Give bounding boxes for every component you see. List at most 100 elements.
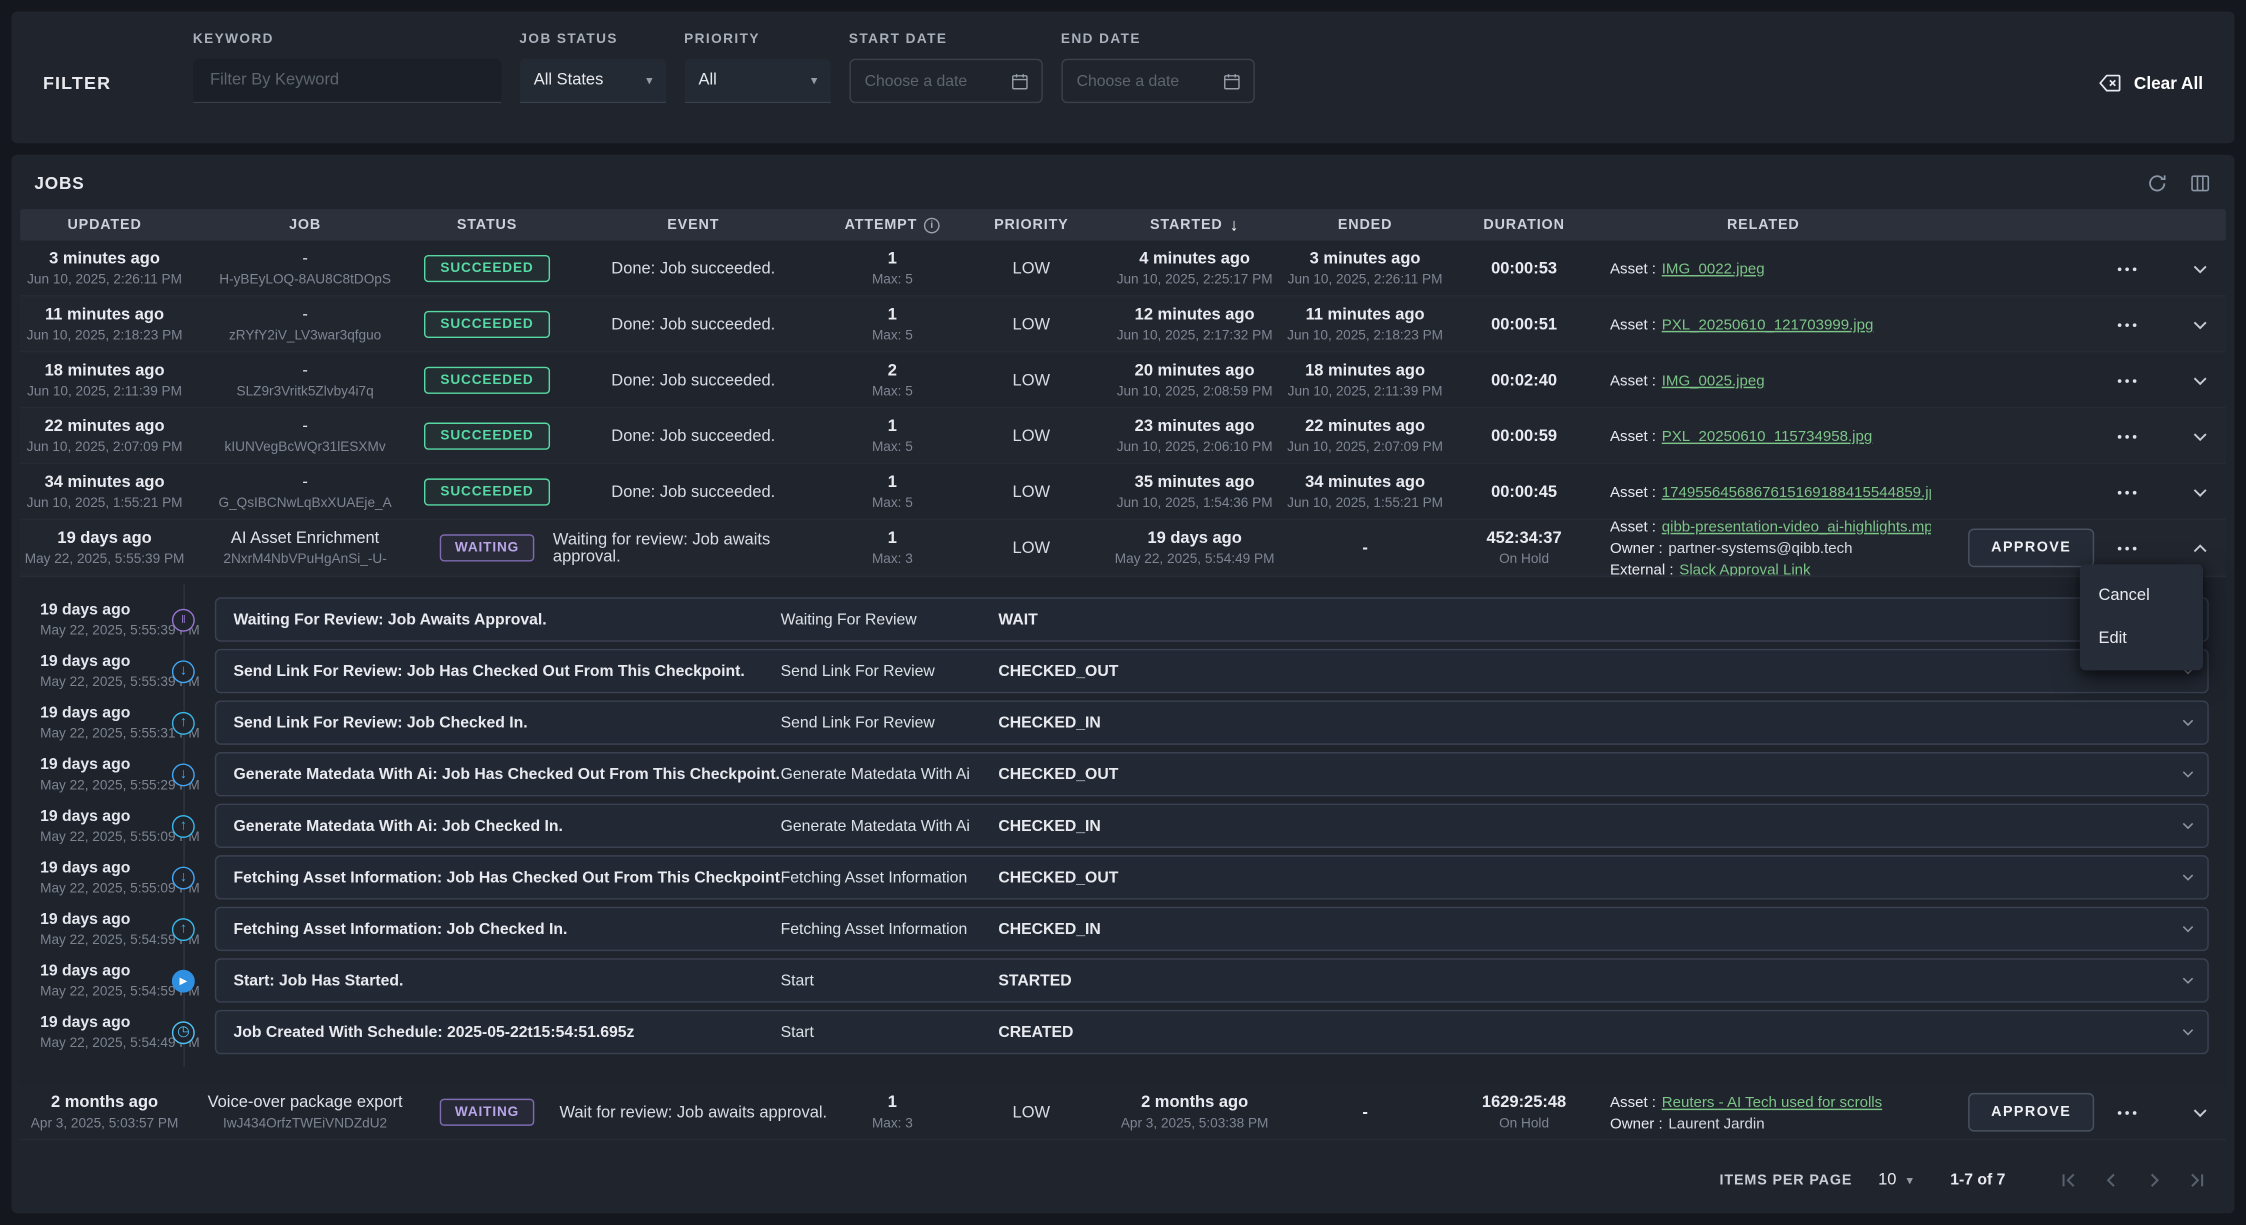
job-row[interactable]: 19 days ago May 22, 2025, 5:55:39 PM AI … <box>20 520 2226 1084</box>
timeline-event-bar[interactable]: Fetching Asset Information: Job Checked … <box>215 907 2209 951</box>
attempt-cell: 1 Max: 5 <box>834 464 951 520</box>
end-date-input[interactable]: Choose a date <box>1061 59 1254 103</box>
calendar-icon[interactable] <box>1009 71 1029 91</box>
related-asset-link[interactable]: qibb-presentation-video_ai-highlights.mp… <box>1662 520 1931 536</box>
related-owner-value[interactable]: partner-systems@qibb.tech <box>1668 540 1852 557</box>
menu-item-edit[interactable]: Edit <box>2080 617 2203 660</box>
timeline-event-bar[interactable]: Waiting For Review: Job Awaits Approval.… <box>215 597 2209 641</box>
timeline-event-row: 19 days ago May 22, 2025, 5:55:09 PM Fet… <box>40 855 2212 899</box>
expand-chevron-icon[interactable] <box>2189 313 2212 336</box>
last-page-button[interactable] <box>2180 1163 2214 1197</box>
event-cell: Done: Job succeeded. <box>553 408 834 464</box>
started-relative: 20 minutes ago <box>1135 360 1255 380</box>
more-actions-button[interactable] <box>2114 535 2140 561</box>
job-status-value: All States <box>534 72 604 89</box>
related-asset-link[interactable]: IMG_0025.jpeg <box>1662 372 1765 389</box>
related-cell: Asset :IMG_0022.jpeg <box>1596 241 1931 297</box>
chevron-down-icon[interactable] <box>2167 971 2207 990</box>
expand-chevron-icon[interactable] <box>2189 257 2212 280</box>
related-asset-link[interactable]: PXL_20250610_121703999.jpg <box>1662 317 1874 334</box>
attempt-max: Max: 5 <box>872 439 913 456</box>
job-status-select[interactable]: All States ▾ <box>519 59 665 103</box>
timeline-time: 19 days ago May 22, 2025, 5:55:39 PM <box>40 652 160 689</box>
menu-item-cancel[interactable]: Cancel <box>2080 574 2203 617</box>
timeline-event-bar[interactable]: Send Link For Review: Job Checked In. Se… <box>215 700 2209 744</box>
chevron-down-icon[interactable] <box>2167 765 2207 784</box>
job-row[interactable]: 22 minutes ago Jun 10, 2025, 2:07:09 PM … <box>20 408 2226 464</box>
timeline-event-bar[interactable]: Start: Job Has Started. Start STARTED <box>215 958 2209 1002</box>
started-absolute: May 22, 2025, 5:54:49 PM <box>1115 551 1275 568</box>
calendar-icon[interactable] <box>1221 71 1241 91</box>
chevron-down-icon[interactable] <box>2167 713 2207 732</box>
more-actions-button[interactable] <box>2114 1099 2140 1125</box>
related-asset-link[interactable]: PXL_20250610_115734958.jpg <box>1662 428 1872 445</box>
priority-select[interactable]: All ▾ <box>684 59 830 103</box>
timeline-event-bar[interactable]: Generate Matedata With Ai: Job Checked I… <box>215 804 2209 848</box>
column-header-related[interactable]: RELATED <box>1596 217 1931 233</box>
job-row[interactable]: 3 minutes ago Jun 10, 2025, 2:26:11 PM -… <box>20 241 2226 297</box>
previous-page-button[interactable] <box>2094 1163 2128 1197</box>
timeline-event-bar[interactable]: Fetching Asset Information: Job Has Chec… <box>215 855 2209 899</box>
column-header-ended[interactable]: ENDED <box>1278 217 1453 233</box>
column-header-job[interactable]: JOB <box>189 217 421 233</box>
job-name: Voice-over package export <box>208 1092 403 1112</box>
related-asset-link[interactable]: IMG_0022.jpeg <box>1662 261 1765 278</box>
column-header-updated[interactable]: UPDATED <box>20 217 189 233</box>
first-page-button[interactable] <box>2051 1163 2085 1197</box>
more-actions-button[interactable] <box>2114 256 2140 282</box>
timeline-event-bar[interactable]: Job Created With Schedule: 2025-05-22t15… <box>215 1010 2209 1054</box>
related-asset-link[interactable]: 1749556456867615169188415544859.jpg <box>1662 484 1931 501</box>
column-header-duration[interactable]: DURATION <box>1452 217 1595 233</box>
timeline-event-bar[interactable]: Generate Matedata With Ai: Job Has Check… <box>215 752 2209 796</box>
related-owner-value[interactable]: Laurent Jardin <box>1668 1115 1764 1132</box>
duration-value: 452:34:37 <box>1487 528 1562 548</box>
page-size-select[interactable]: 10 ▾ <box>1878 1172 1913 1189</box>
started-absolute: Jun 10, 2025, 1:54:36 PM <box>1117 495 1273 512</box>
job-row[interactable]: 2 months ago Apr 3, 2025, 5:03:57 PM Voi… <box>20 1084 2226 1140</box>
column-header-event[interactable]: EVENT <box>553 217 834 233</box>
chevron-down-icon[interactable] <box>2167 920 2207 939</box>
chevron-down-icon[interactable] <box>2167 868 2207 887</box>
more-actions-button[interactable] <box>2114 479 2140 505</box>
timeline-state-icon <box>172 917 195 940</box>
timeline-state-icon <box>172 763 195 786</box>
column-header-status[interactable]: STATUS <box>421 217 553 233</box>
job-row[interactable]: 34 minutes ago Jun 10, 2025, 1:55:21 PM … <box>20 464 2226 520</box>
related-external-link[interactable]: Slack Approval Link <box>1679 562 1810 576</box>
updated-absolute: Apr 3, 2025, 5:03:57 PM <box>31 1115 179 1132</box>
chevron-down-icon[interactable] <box>2167 1023 2207 1042</box>
next-page-button[interactable] <box>2137 1163 2171 1197</box>
job-row[interactable]: 18 minutes ago Jun 10, 2025, 2:11:39 PM … <box>20 352 2226 408</box>
approve-button[interactable]: APPROVE <box>1968 1093 2094 1132</box>
attempt-count: 1 <box>888 1092 897 1112</box>
clear-all-button[interactable]: Clear All <box>2097 70 2203 96</box>
chevron-down-icon[interactable] <box>2167 816 2207 835</box>
table-columns-button[interactable] <box>2189 172 2212 195</box>
start-date-input[interactable]: Choose a date <box>849 59 1042 103</box>
expand-chevron-icon[interactable] <box>2189 536 2212 559</box>
timeline-time: 19 days ago May 22, 2025, 5:55:29 PM <box>40 756 160 793</box>
timeline-event-bar[interactable]: Send Link For Review: Job Has Checked Ou… <box>215 649 2209 693</box>
refresh-button[interactable] <box>2146 172 2169 195</box>
expand-chevron-icon[interactable] <box>2189 369 2212 392</box>
keyword-input[interactable] <box>193 59 501 103</box>
more-actions-button[interactable] <box>2114 312 2140 338</box>
timeline-event-row: 19 days ago May 22, 2025, 5:54:59 PM Fet… <box>40 907 2212 951</box>
jobs-table: UPDATED JOB STATUS EVENT ATTEMPT i PRIOR… <box>11 209 2234 1147</box>
job-name: - <box>302 304 308 324</box>
column-header-attempt[interactable]: ATTEMPT i <box>834 217 951 233</box>
more-actions-button[interactable] <box>2114 423 2140 449</box>
approve-button[interactable]: APPROVE <box>1968 529 2094 568</box>
expand-chevron-icon[interactable] <box>2189 425 2212 448</box>
expand-chevron-icon[interactable] <box>2189 1101 2212 1124</box>
more-actions-button[interactable] <box>2114 367 2140 393</box>
related-asset-link[interactable]: Reuters - AI Tech used for scrolls <box>1662 1094 1882 1111</box>
expand-chevron-icon[interactable] <box>2189 481 2212 504</box>
column-header-started[interactable]: STARTED ↓ <box>1112 215 1278 235</box>
column-header-priority[interactable]: PRIORITY <box>951 217 1111 233</box>
ended-relative: 34 minutes ago <box>1305 472 1425 492</box>
sort-desc-icon[interactable]: ↓ <box>1230 215 1239 235</box>
job-row[interactable]: 11 minutes ago Jun 10, 2025, 2:18:23 PM … <box>20 297 2226 353</box>
event-cell: Waiting for review: Job awaits approval. <box>553 520 834 576</box>
status-badge: WAITING <box>439 1099 535 1126</box>
